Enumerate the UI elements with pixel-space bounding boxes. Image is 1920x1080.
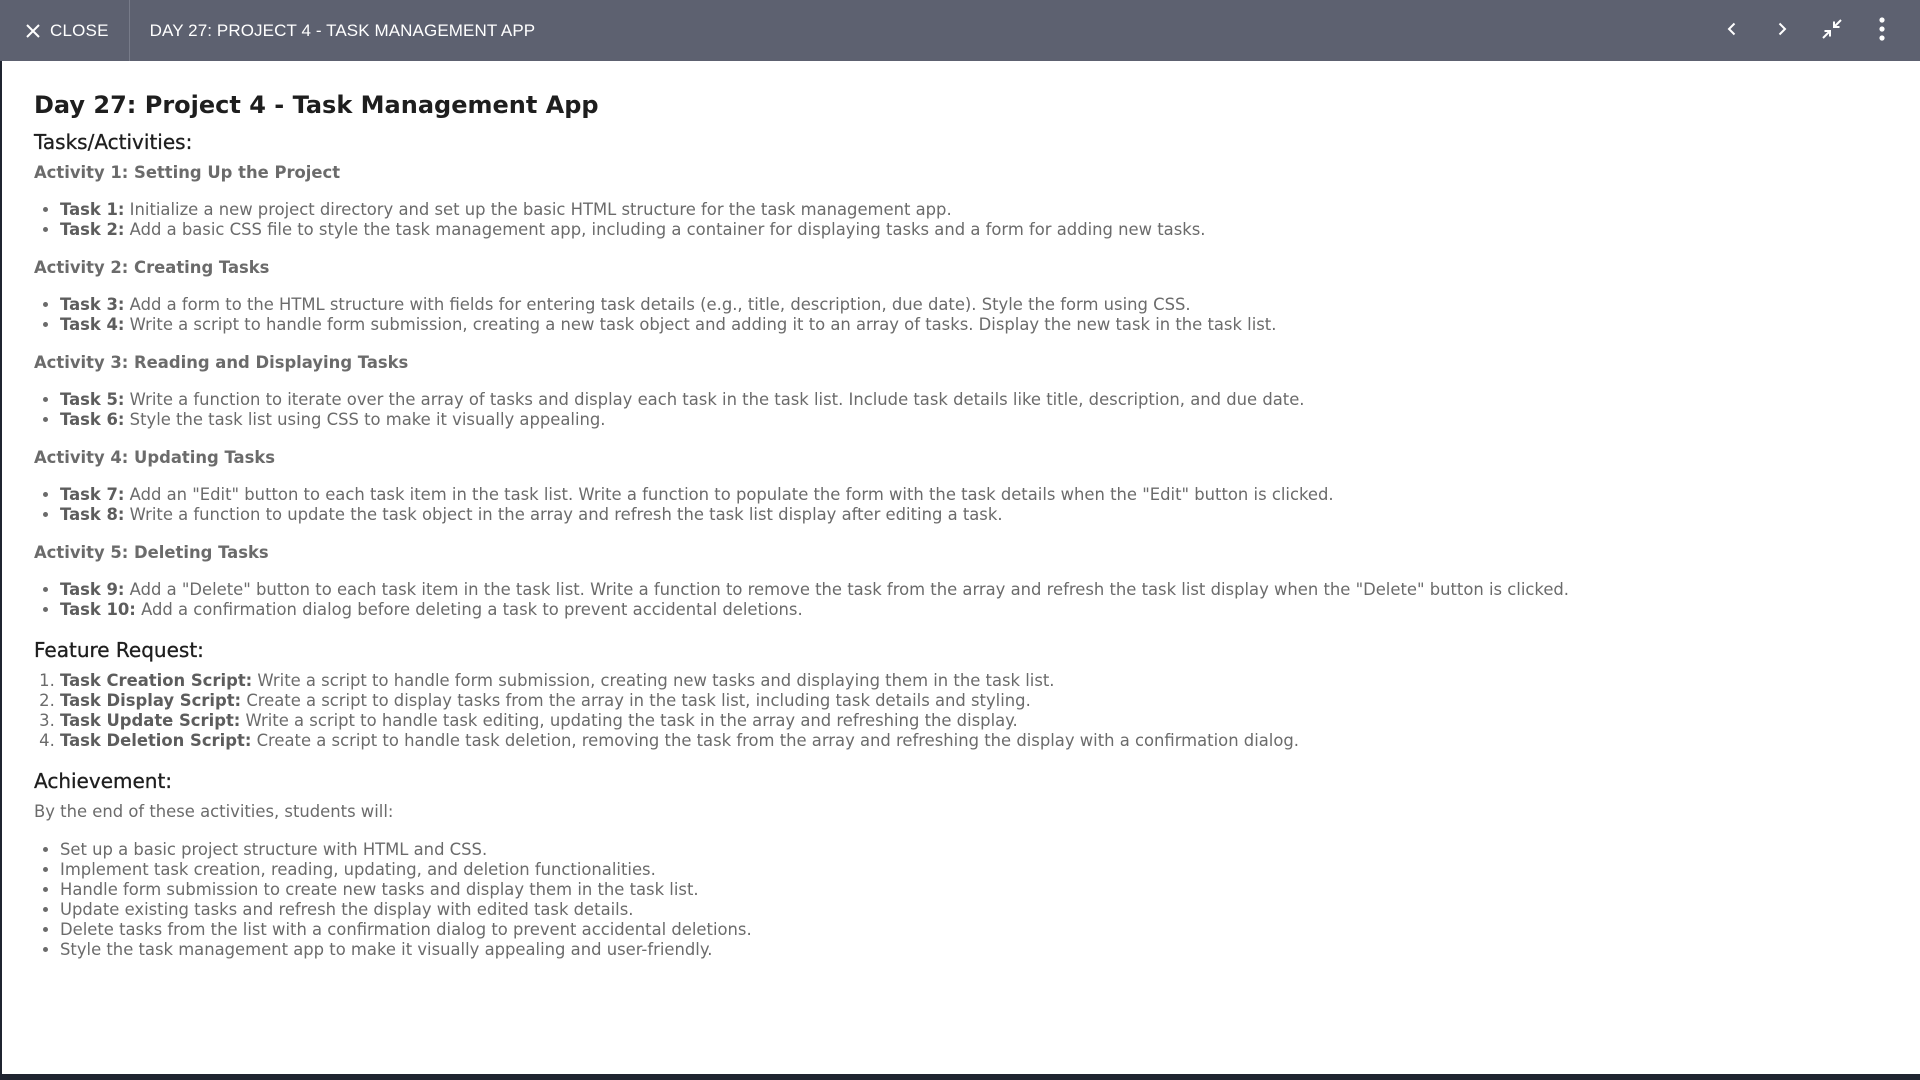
- achievement-item: Style the task management app to make it…: [60, 940, 1920, 960]
- task-label: Task 6:: [60, 410, 125, 429]
- feature-label: Task Display Script:: [60, 691, 242, 710]
- task-text: Initialize a new project directory and s…: [124, 200, 952, 219]
- achievement-item: Delete tasks from the list with a confir…: [60, 920, 1920, 940]
- activity-heading: Activity 1: Setting Up the Project: [34, 163, 341, 182]
- achievement-lead: By the end of these activities, students…: [34, 802, 394, 821]
- tasks-heading: Tasks/Activities:: [34, 130, 193, 154]
- achievement-item: Implement task creation, reading, updati…: [60, 860, 1920, 880]
- task-item: Task 3: Add a form to the HTML structure…: [60, 295, 1920, 315]
- collapse-icon: [1820, 17, 1844, 45]
- feature-item: Task Deletion Script: Create a script to…: [60, 731, 1920, 751]
- close-button[interactable]: CLOSE: [0, 0, 130, 61]
- feature-request-heading: Feature Request:: [34, 638, 204, 662]
- task-list: Task 1: Initialize a new project directo…: [60, 200, 1920, 240]
- previous-button[interactable]: [1712, 11, 1752, 51]
- achievement-heading: Achievement:: [34, 769, 173, 793]
- exit-fullscreen-button[interactable]: [1812, 11, 1852, 51]
- task-label: Task 8:: [60, 505, 125, 524]
- activity-heading: Activity 3: Reading and Displaying Tasks: [34, 353, 409, 372]
- window-title: DAY 27: PROJECT 4 - TASK MANAGEMENT APP: [149, 20, 536, 40]
- feature-item: Task Update Script: Write a script to ha…: [60, 711, 1920, 731]
- feature-text: Create a script to display tasks from th…: [241, 691, 1031, 710]
- feature-label: Task Update Script:: [60, 711, 241, 730]
- viewer-toolbar: CLOSE DAY 27: PROJECT 4 - TASK MANAGEMEN…: [0, 0, 1920, 61]
- feature-text: Create a script to handle task deletion,…: [251, 731, 1299, 750]
- page-title: Day 27: Project 4 - Task Management App: [34, 91, 599, 119]
- more-options-button[interactable]: [1862, 11, 1902, 51]
- task-item: Task 10: Add a confirmation dialog befor…: [60, 600, 1920, 620]
- feature-label: Task Deletion Script:: [60, 731, 252, 750]
- task-item: Task 7: Add an "Edit" button to each tas…: [60, 485, 1920, 505]
- task-list: Task 5: Write a function to iterate over…: [60, 390, 1920, 430]
- task-text: Add a form to the HTML structure with fi…: [124, 295, 1191, 314]
- bottom-strip: [0, 1074, 1920, 1080]
- chevron-right-icon: [1774, 21, 1790, 41]
- task-item: Task 4: Write a script to handle form su…: [60, 315, 1920, 335]
- task-list: Task 9: Add a "Delete" button to each ta…: [60, 580, 1920, 620]
- task-item: Task 6: Style the task list using CSS to…: [60, 410, 1920, 430]
- activity-heading: Activity 2: Creating Tasks: [34, 258, 270, 277]
- task-label: Task 2:: [60, 220, 125, 239]
- task-label: Task 9:: [60, 580, 125, 599]
- task-item: Task 2: Add a basic CSS file to style th…: [60, 220, 1920, 240]
- document-content: Day 27: Project 4 - Task Management App …: [2, 61, 1920, 1074]
- task-label: Task 10:: [60, 600, 136, 619]
- feature-text: Write a script to handle task editing, u…: [240, 711, 1018, 730]
- close-icon: [24, 22, 42, 40]
- task-label: Task 4:: [60, 315, 125, 334]
- task-item: Task 9: Add a "Delete" button to each ta…: [60, 580, 1920, 600]
- feature-item: Task Display Script: Create a script to …: [60, 691, 1920, 711]
- task-text: Add a basic CSS file to style the task m…: [124, 220, 1206, 239]
- activity-heading: Activity 5: Deleting Tasks: [34, 543, 269, 562]
- task-item: Task 8: Write a function to update the t…: [60, 505, 1920, 525]
- activities-section: Activity 1: Setting Up the Project Task 1…: [34, 163, 1920, 620]
- feature-item: Task Creation Script: Write a script to …: [60, 671, 1920, 691]
- task-text: Write a function to iterate over the arr…: [124, 390, 1305, 409]
- feature-text: Write a script to handle form submission…: [252, 671, 1055, 690]
- task-item: Task 5: Write a function to iterate over…: [60, 390, 1920, 410]
- task-text: Add an "Edit" button to each task item i…: [124, 485, 1334, 504]
- more-vert-icon: [1878, 16, 1886, 46]
- task-item: Task 1: Initialize a new project directo…: [60, 200, 1920, 220]
- chevron-left-icon: [1724, 21, 1740, 41]
- achievement-item: Set up a basic project structure with HT…: [60, 840, 1920, 860]
- task-label: Task 7:: [60, 485, 125, 504]
- toolbar-actions: [1702, 0, 1902, 61]
- achievement-item: Handle form submission to create new tas…: [60, 880, 1920, 900]
- feature-label: Task Creation Script:: [60, 671, 253, 690]
- task-list: Task 7: Add an "Edit" button to each tas…: [60, 485, 1920, 525]
- task-list: Task 3: Add a form to the HTML structure…: [60, 295, 1920, 335]
- task-text: Add a confirmation dialog before deletin…: [135, 600, 803, 619]
- task-text: Write a function to update the task obje…: [124, 505, 1003, 524]
- activity-heading: Activity 4: Updating Tasks: [34, 448, 275, 467]
- task-text: Write a script to handle form submission…: [124, 315, 1277, 334]
- task-label: Task 5:: [60, 390, 125, 409]
- task-text: Add a "Delete" button to each task item …: [124, 580, 1570, 599]
- feature-list: Task Creation Script: Write a script to …: [60, 671, 1920, 751]
- achievement-list: Set up a basic project structure with HT…: [60, 840, 1920, 960]
- next-button[interactable]: [1762, 11, 1802, 51]
- achievement-item: Update existing tasks and refresh the di…: [60, 900, 1920, 920]
- task-label: Task 3:: [60, 295, 125, 314]
- close-label: CLOSE: [50, 20, 109, 40]
- task-label: Task 1:: [60, 200, 125, 219]
- task-text: Style the task list using CSS to make it…: [124, 410, 606, 429]
